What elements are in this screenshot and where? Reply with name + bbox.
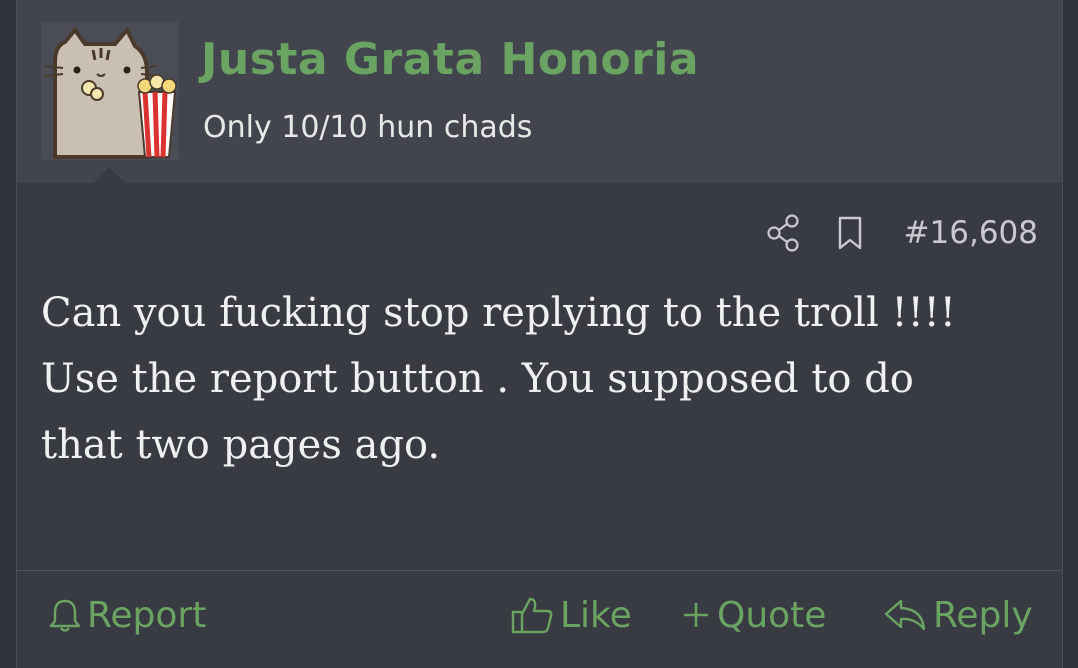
forum-post: Justa Grata Honoria Only 10/10 hun chads… xyxy=(16,0,1063,668)
bookmark-button[interactable] xyxy=(830,210,870,256)
post-number-link[interactable]: #16,608 xyxy=(904,215,1038,251)
footer-divider xyxy=(17,570,1062,571)
post-actions: Report Like Quote Reply xyxy=(17,585,1062,645)
post-meta: #16,608 xyxy=(764,210,1038,256)
like-label: Like xyxy=(560,594,632,636)
quote-label: Quote xyxy=(717,594,827,636)
reply-arrow-icon xyxy=(884,599,926,631)
post-body: Can you fucking stop replying to the tro… xyxy=(41,290,956,468)
bookmark-icon xyxy=(838,216,861,250)
quote-button[interactable]: Quote xyxy=(681,585,826,645)
thumbs-up-icon xyxy=(511,597,553,634)
share-icon xyxy=(766,214,799,252)
reply-label: Reply xyxy=(933,594,1033,636)
report-label: Report xyxy=(87,594,207,636)
header-pointer xyxy=(93,167,125,183)
share-button[interactable] xyxy=(764,210,804,256)
avatar[interactable] xyxy=(41,22,179,160)
like-button[interactable]: Like xyxy=(510,585,632,645)
reply-button[interactable]: Reply xyxy=(883,585,1033,645)
report-button[interactable]: Report xyxy=(49,585,206,645)
post-header: Justa Grata Honoria Only 10/10 hun chads xyxy=(17,0,1062,183)
plus-icon xyxy=(684,603,708,627)
cat-popcorn-icon xyxy=(44,26,177,159)
bell-icon xyxy=(49,599,81,632)
username[interactable]: Justa Grata Honoria xyxy=(201,34,699,85)
user-title: Only 10/10 hun chads xyxy=(203,110,533,145)
